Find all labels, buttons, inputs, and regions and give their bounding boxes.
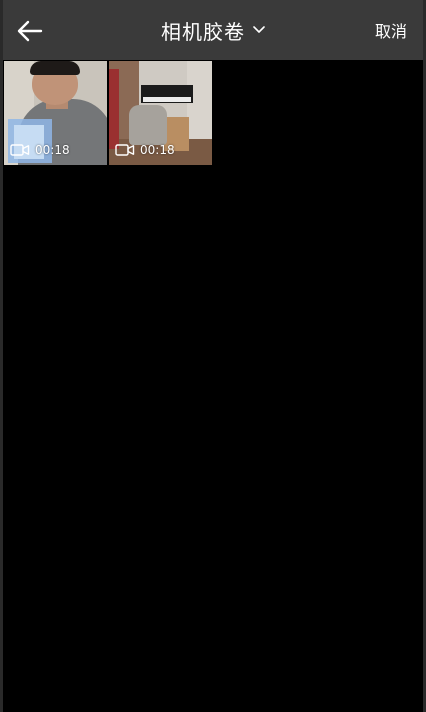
album-selector[interactable]: 相机胶卷 — [161, 16, 265, 45]
media-item-video[interactable]: 00:18 — [4, 61, 107, 165]
album-title: 相机胶卷 — [161, 19, 245, 44]
video-camera-icon — [10, 144, 30, 156]
back-button[interactable] — [11, 12, 49, 50]
video-camera-icon — [115, 144, 135, 156]
video-duration: 00:18 — [140, 143, 175, 157]
album-title-container: 相机胶卷 — [3, 0, 423, 60]
top-navigation-bar: 相机胶卷 取消 — [3, 0, 423, 60]
video-meta: 00:18 — [10, 143, 70, 157]
media-item-video[interactable]: 00:18 — [109, 61, 212, 165]
arrow-left-icon — [17, 20, 43, 42]
video-meta: 00:18 — [115, 143, 175, 157]
cancel-button[interactable]: 取消 — [375, 0, 407, 60]
video-duration: 00:18 — [35, 143, 70, 157]
chevron-down-icon — [253, 26, 265, 33]
camera-roll-screen: 相机胶卷 取消 00:18 00:18 — [0, 0, 426, 712]
